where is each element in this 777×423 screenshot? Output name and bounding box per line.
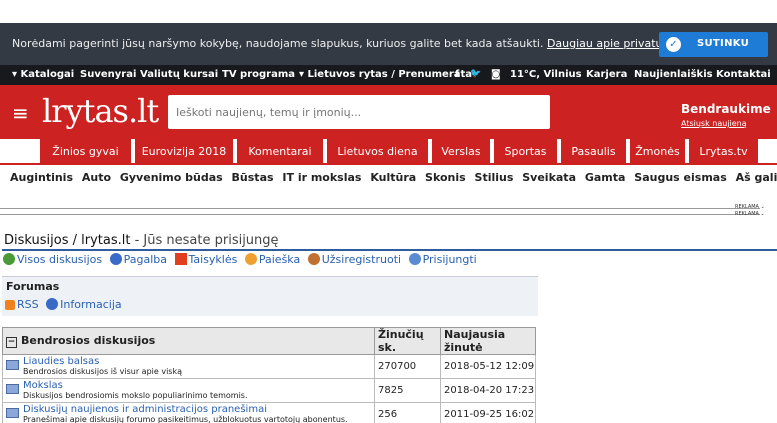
cookie-message: Norėdami pagerinti jūsų naršymo kokybę, … [12,37,724,50]
subnav-item[interactable]: Skonis [425,171,466,184]
help-link[interactable]: Pagalba [124,253,167,266]
rss-icon [5,300,15,310]
subnav-item[interactable]: Būstas [232,171,274,184]
page-title: Diskusijos / lrytas.lt - Jūs nesate pris… [4,233,279,248]
table-header-row: − Bendrosios diskusijos Žinučių sk. Nauja… [2,327,536,355]
book-icon [6,408,19,418]
forum-table: − Bendrosios diskusijos Žinučių sk. Nauja… [2,327,536,423]
book-icon [6,360,19,370]
title-underline [2,249,777,251]
nav-item-lrytas-tv[interactable]: Lrytas.tv [689,139,758,165]
sub-nav: Augintinis Auto Gyvenimo būdas Būstas IT… [10,171,777,184]
register-link[interactable]: Užsiregistruoti [322,253,401,266]
post-count: 256 [374,402,441,423]
subnav-item[interactable]: Gyvenimo būdas [120,171,223,184]
nav-item-zinios-gyvai[interactable]: Žinios gyvai [40,139,131,165]
forum-links: RSS Informacija [5,298,126,311]
login-icon [408,253,421,265]
subnav-item[interactable]: Auto [82,171,111,184]
topbar-tv-programa[interactable]: TV programa [222,69,295,80]
all-discussions-link[interactable]: Visos diskusijos [17,253,102,266]
ad-divider [0,214,760,215]
site-logo[interactable]: lrytas.lt [42,92,159,130]
table-row: Diskusijų naujienos ir administracijos p… [2,402,536,423]
book-icon [6,384,19,394]
subnav-item[interactable]: Saugus eismas [634,171,726,184]
twitter-icon[interactable]: 🐦 [470,69,481,79]
forum-cell: Mokslas Diskusijos bendrosiomis mokslo po… [2,378,375,403]
nav-item-zmones[interactable]: Žmonės [630,139,685,165]
globe-icon [3,253,15,265]
nav-item-verslas[interactable]: Verslas [432,139,490,165]
forum-description: Diskusijos bendrosiomis mokslo populiari… [23,391,248,400]
topbar-suvenyrai[interactable]: Suvenyrai [80,69,136,80]
topbar-katalogai[interactable]: ▾ Katalogai [12,69,74,80]
weather-readout: 11°C, Vilnius [510,69,582,80]
latest-post: 2018-04-20 17:23 [440,378,536,403]
login-link[interactable]: Prisijungti [423,253,477,266]
collapse-icon[interactable]: − [6,337,17,348]
forum-description: Bendrosios diskusijos iš visur apie visk… [23,367,182,376]
forum-link[interactable]: Mokslas [6,380,374,391]
user-icon [307,253,320,265]
subnav-item[interactable]: Aš galiu [736,171,777,184]
search-link[interactable]: Paieška [259,253,300,266]
subnav-item[interactable]: IT ir mokslas [282,171,361,184]
post-count: 7825 [374,378,441,403]
nav-item-pasaulis[interactable]: Pasaulis [561,139,626,165]
contribute-link[interactable]: Atsiųsk naujieną [681,119,747,128]
nav-item-komentarai[interactable]: Komentarai [237,139,323,165]
info-link[interactable]: Informacija [60,298,122,311]
menu-icon[interactable]: ≡ [12,101,29,125]
contribute-title[interactable]: Bendraukime [681,102,771,116]
latest-post: 2018-05-12 12:09 [440,354,536,379]
forum-cell: Diskusijų naujienos ir administracijos p… [2,402,375,423]
ad-label[interactable]: REKLAMA ⌄ [735,211,765,217]
search-icon [244,253,257,265]
cookie-banner: Norėdami pagerinti jūsų naršymo kokybę, … [0,23,777,65]
forum-link[interactable]: Diskusijų naujienos ir administracijos p… [6,404,374,415]
column-header: − Bendrosios diskusijos [2,327,375,355]
topbar-kontaktai[interactable]: Kontaktai [716,69,771,80]
forum-toolbar: Visos diskusijos Pagalba Taisyklės Paieš… [3,253,481,266]
search-input[interactable] [168,95,550,129]
topbar-naujienlaiskis[interactable]: Naujienlaiškis [634,69,713,80]
ad-divider [0,208,760,209]
post-count: 270700 [374,354,441,379]
nav-item-lietuvos-diena[interactable]: Lietuvos diena [327,139,428,165]
subnav-item[interactable]: Gamta [585,171,626,184]
forum-link[interactable]: Liaudies balsas [6,356,374,367]
table-row: Mokslas Diskusijos bendrosiomis mokslo po… [2,378,536,403]
rss-link[interactable]: RSS [17,298,39,311]
cookie-accept-button[interactable]: ✓ SUTINKU [659,32,768,57]
topbar-valiutu-kursai[interactable]: Valiutų kursai [140,69,218,80]
warning-icon [174,253,187,265]
subnav-item[interactable]: Stilius [475,171,514,184]
top-utility-bar: ▾ Katalogai Suvenyrai Valiutų kursai TV … [0,65,777,85]
forum-description: Pranešimai apie diskusijų forumo pasikei… [23,415,348,423]
subnav-item[interactable]: Augintinis [10,171,73,184]
nav-item-sportas[interactable]: Sportas [494,139,557,165]
help-icon [109,253,122,265]
forum-header-box: Forumas RSS Informacija [2,276,538,316]
subnav-item[interactable]: Kultūra [370,171,416,184]
column-header: Naujausia žinutė [440,327,536,355]
facebook-icon[interactable]: f [455,69,459,80]
forum-heading: Forumas [6,280,60,293]
info-icon [46,298,59,310]
ad-label[interactable]: REKLAMA ⌄ [735,204,765,210]
column-header: Žinučių sk. [374,327,441,355]
forum-cell: Liaudies balsas Bendrosios diskusijos iš … [2,354,375,379]
check-icon: ✓ [666,37,681,52]
table-row: Liaudies balsas Bendrosios diskusijos iš … [2,354,536,379]
latest-post: 2011-09-25 16:02 [440,402,536,423]
topbar-karjera[interactable]: Karjera [586,69,627,80]
site-header: ≡ lrytas.lt Bendraukime Atsiųsk naujieną [0,85,777,139]
rules-link[interactable]: Taisyklės [189,253,238,266]
instagram-icon[interactable]: ◙ [491,69,501,80]
subnav-item[interactable]: Sveikata [522,171,576,184]
nav-item-eurovizija[interactable]: Eurovizija 2018 [135,139,233,165]
topbar-prenumerata[interactable]: ▾ Lietuvos rytas / Prenumerata [299,69,472,80]
